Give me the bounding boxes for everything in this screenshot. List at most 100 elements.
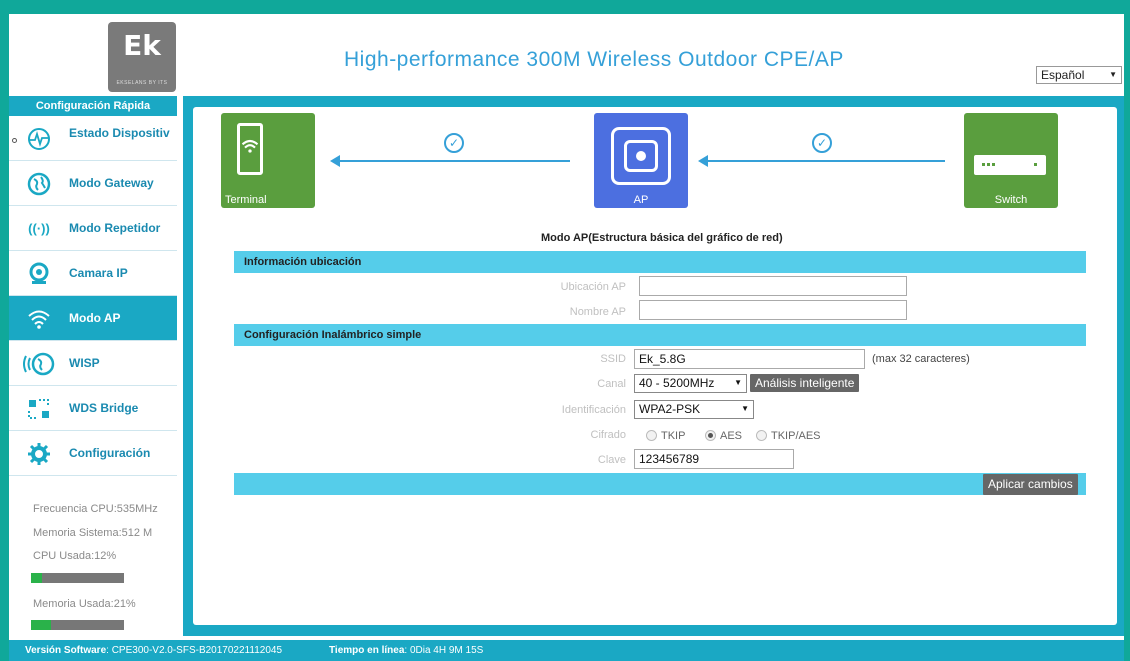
ap-label: AP [633, 194, 649, 206]
cpu-usage-bar [31, 573, 124, 583]
arrow-left-icon [330, 155, 340, 167]
sidebar-item-configuracion[interactable]: Configuración [9, 431, 177, 476]
link-line [707, 160, 945, 162]
apply-changes-button[interactable]: Aplicar cambios [983, 474, 1078, 495]
key-label: Clave [597, 454, 626, 466]
uptime: Tiempo en línea: 0Dia 4H 9M 15S [329, 645, 483, 656]
left-border [0, 0, 9, 661]
check-circle-icon: ✓ [812, 133, 832, 153]
sidebar-item-wisp[interactable]: WISP [9, 341, 177, 386]
switch-icon [974, 155, 1046, 175]
arrow-left-icon [698, 155, 708, 167]
cipher-radio-aes[interactable] [705, 430, 716, 441]
sidebar-item-wds-bridge[interactable]: WDS Bridge [9, 386, 177, 431]
software-version: Versión Software: CPE300-V2.0-SFS-B20170… [25, 645, 282, 656]
link-line [339, 160, 570, 162]
phone-icon [237, 123, 263, 175]
chevron-down-icon: ▼ [741, 404, 749, 413]
footer: Versión Software: CPE300-V2.0-SFS-B20170… [9, 640, 1124, 661]
software-label: Versión Software [25, 645, 107, 656]
globe-icon [27, 172, 51, 196]
auth-label: Identificación [561, 404, 626, 416]
terminal-device: Terminal [221, 113, 315, 208]
cipher-label: Cifrado [590, 429, 626, 441]
brand-logo: Ek EKSELANS BY ITS [108, 22, 176, 92]
cipher-option-label: TKIP/AES [771, 430, 821, 442]
software-value: : CPE300-V2.0-SFS-B20170221112045 [106, 645, 282, 656]
section-location: Información ubicación [234, 251, 1086, 273]
ssid-hint: (max 32 caracteres) [872, 353, 970, 365]
chevron-down-icon: ▼ [734, 378, 742, 387]
cpu-frequency: Frecuencia CPU:535MHz [33, 503, 158, 515]
cipher-option-label: TKIP [661, 430, 686, 442]
ap-name-label: Nombre AP [569, 306, 626, 318]
language-value: Español [1041, 68, 1085, 82]
sidebar-item-label: WDS Bridge [69, 401, 139, 415]
sidebar-item-label: Modo AP [69, 311, 121, 325]
sidebar-item-label: Estado Dispositiv [69, 126, 170, 140]
page-title: High-performance 300M Wireless Outdoor C… [344, 48, 844, 71]
key-input[interactable] [634, 449, 794, 469]
logo-subtext: EKSELANS BY ITS [116, 80, 168, 86]
header: Ek EKSELANS BY ITS High-performance 300M… [9, 14, 1124, 92]
memory-usage-bar [31, 620, 124, 630]
cipher-radio-tkip[interactable] [646, 430, 657, 441]
wifi-icon [27, 307, 51, 331]
apply-bar [234, 473, 1086, 495]
sidebar-item-estado-dispositivo[interactable]: Estado Dispositiv [9, 116, 177, 161]
section-wireless: Configuración Inalámbrico simple [234, 324, 1086, 346]
sidebar-item-modo-repetidor[interactable]: ((·)) Modo Repetidor [9, 206, 177, 251]
memory-usage-label: Memoria Usada:21% [33, 598, 136, 610]
auth-select[interactable]: WPA2-PSK ▼ [634, 400, 754, 419]
ap-location-label: Ubicación AP [560, 281, 626, 293]
section-title: Configuración Inalámbrico simple [244, 329, 422, 341]
switch-device: Switch [964, 113, 1058, 208]
pulse-globe-icon [27, 127, 51, 151]
bridge-icon [27, 397, 51, 421]
ssid-label: SSID [600, 353, 626, 365]
cipher-option-label: AES [720, 430, 743, 442]
sidebar-item-label: WISP [69, 356, 100, 370]
memory-usage-fill [31, 620, 51, 630]
sidebar-item-modo-ap[interactable]: Modo AP [9, 296, 177, 341]
section-title: Información ubicación [244, 256, 362, 268]
antenna-icon: ((·)) [28, 221, 50, 236]
sidebar-item-label: Camara IP [69, 266, 128, 280]
sidebar-item-camara-ip[interactable]: Camara IP [9, 251, 177, 296]
logo-text: Ek [123, 29, 161, 62]
check-circle-icon: ✓ [444, 133, 464, 153]
uptime-label: Tiempo en línea [329, 645, 405, 656]
channel-select[interactable]: 40 - 5200MHz ▼ [634, 374, 747, 393]
ap-device: AP [594, 113, 688, 208]
channel-value: 40 - 5200MHz [639, 376, 715, 390]
wisp-globe-icon [21, 352, 57, 376]
cpu-usage-fill [31, 573, 43, 583]
sidebar-item-modo-gateway[interactable]: Modo Gateway [9, 161, 177, 206]
router-icon [611, 127, 671, 185]
cpu-usage-label: CPU Usada:12% [33, 550, 117, 562]
sidebar-item-label: Modo Gateway [69, 176, 154, 190]
camera-icon [27, 262, 51, 286]
system-memory: Memoria Sistema:512 M [33, 527, 153, 539]
uptime-value: : 0Dia 4H 9M 15S [404, 645, 484, 656]
mode-title: Modo AP(Estructura básica del gráfico de… [541, 232, 783, 244]
sidebar-item-label: Modo Repetidor [69, 221, 161, 235]
bullet-icon [12, 138, 17, 143]
channel-label: Canal [597, 378, 626, 390]
sidebar-item-label: Configuración [69, 446, 151, 460]
smart-scan-button[interactable]: Análisis inteligente [750, 374, 860, 392]
gear-icon [27, 442, 51, 466]
language-select[interactable]: Español ▼ [1036, 66, 1122, 84]
switch-label: Switch [994, 194, 1028, 206]
sidebar-heading[interactable]: Configuración Rápida [9, 96, 177, 116]
right-border [1124, 0, 1130, 661]
top-border [0, 0, 1130, 14]
cipher-radio-tkip-aes[interactable] [756, 430, 767, 441]
chevron-down-icon: ▼ [1109, 70, 1117, 79]
ssid-input[interactable] [634, 349, 865, 369]
ap-name-input[interactable] [639, 300, 907, 320]
system-stats: Frecuencia CPU:535MHz Memoria Sistema:51… [9, 498, 177, 638]
auth-value: WPA2-PSK [639, 402, 701, 416]
ap-location-input[interactable] [639, 276, 907, 296]
terminal-label: Terminal [225, 194, 267, 206]
